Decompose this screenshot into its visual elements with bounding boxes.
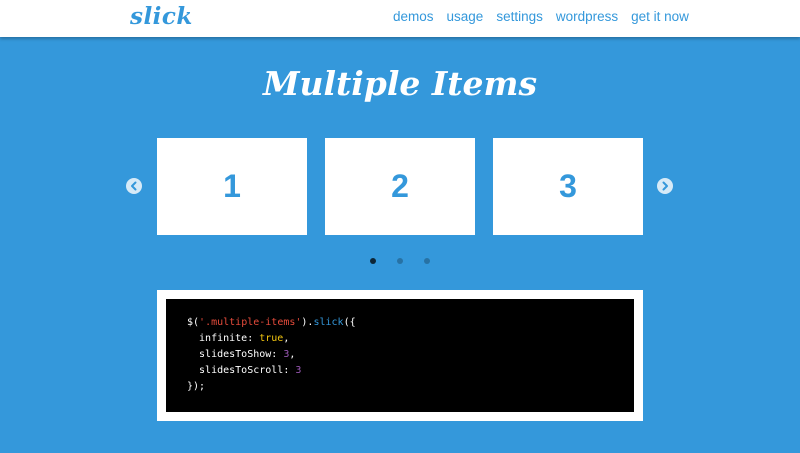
dot-2[interactable] xyxy=(397,258,403,264)
code-line-1: $('.multiple-items').slick({ xyxy=(187,317,356,328)
dot-1[interactable] xyxy=(370,258,376,264)
logo[interactable]: slick xyxy=(130,3,193,30)
nav-link-settings[interactable]: settings xyxy=(496,9,543,24)
slide-2: 2 xyxy=(325,138,475,235)
next-arrow-button[interactable] xyxy=(657,178,673,194)
carousel: 1 2 3 xyxy=(0,138,800,236)
slide-3: 3 xyxy=(493,138,643,235)
code-block: $('.multiple-items').slick({ infinite: t… xyxy=(166,299,634,412)
nav-link-wordpress[interactable]: wordpress xyxy=(556,9,618,24)
chevron-left-icon xyxy=(131,181,137,191)
chevron-right-icon xyxy=(662,181,668,191)
nav-links: demos usage settings wordpress get it no… xyxy=(393,9,689,24)
code-line-3: slidesToShow: 3, xyxy=(187,349,296,360)
carousel-dots xyxy=(0,258,800,266)
navbar: slick demos usage settings wordpress get… xyxy=(0,0,800,37)
slide-1: 1 xyxy=(157,138,307,235)
dot-3[interactable] xyxy=(424,258,430,264)
nav-link-demos[interactable]: demos xyxy=(393,9,434,24)
nav-link-usage[interactable]: usage xyxy=(447,9,484,24)
code-frame: $('.multiple-items').slick({ infinite: t… xyxy=(157,290,643,421)
prev-arrow-button[interactable] xyxy=(126,178,142,194)
nav-link-get-it-now[interactable]: get it now xyxy=(631,9,689,24)
page-title: Multiple Items xyxy=(262,64,538,103)
code-line-4: slidesToScroll: 3 xyxy=(187,365,302,376)
code-line-5: }); xyxy=(187,381,206,392)
code-line-2: infinite: true, xyxy=(187,333,290,344)
